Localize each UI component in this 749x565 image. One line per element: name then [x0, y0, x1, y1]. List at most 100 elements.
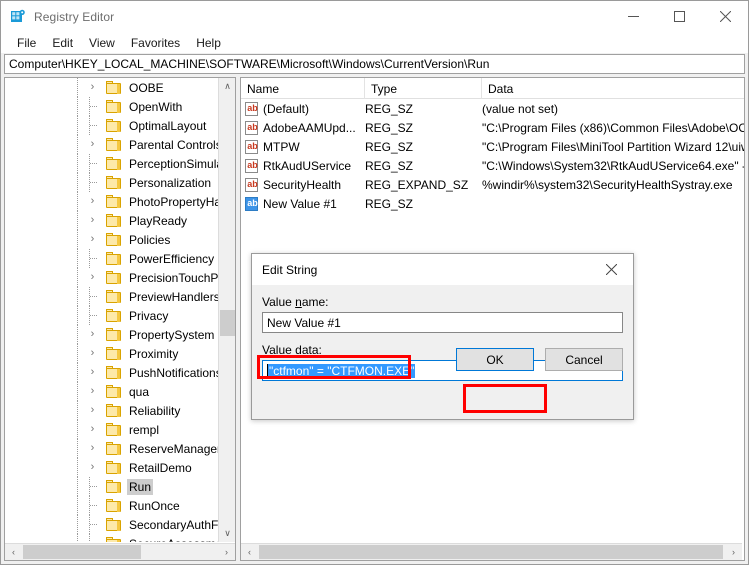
tree-item-openwith[interactable]: OpenWith — [5, 97, 218, 116]
registry-value-row[interactable]: RtkAudUService REG_SZ "C:\Windows\System32… — [241, 156, 744, 175]
registry-value-row[interactable]: New Value #1 REG_SZ — [241, 194, 744, 213]
tree-hscroll-thumb[interactable] — [23, 545, 141, 559]
tree-item-label: PerceptionSimulation — [129, 156, 218, 171]
chevron-right-icon[interactable]: › — [87, 405, 98, 416]
tree-item-label: RunOnce — [129, 498, 180, 513]
folder-icon — [106, 100, 121, 113]
tree-item-proximity[interactable]: › Proximity — [5, 344, 218, 363]
tree-scroll-up-arrow[interactable]: ∧ — [219, 78, 235, 95]
chevron-right-icon[interactable]: › — [87, 329, 98, 340]
chevron-right-icon[interactable]: › — [87, 424, 98, 435]
chevron-right-icon[interactable]: › — [87, 367, 98, 378]
chevron-right-icon[interactable]: › — [87, 348, 98, 359]
tree-item-playready[interactable]: › PlayReady — [5, 211, 218, 230]
tree-item-runonce[interactable]: RunOnce — [5, 496, 218, 515]
folder-icon — [106, 404, 121, 417]
tree-connector-stub — [90, 163, 97, 164]
tree-item-label: PlayReady — [129, 213, 188, 228]
tree-item-reliability[interactable]: › Reliability — [5, 401, 218, 420]
chevron-right-icon[interactable]: › — [87, 386, 98, 397]
address-bar[interactable]: Computer\HKEY_LOCAL_MACHINE\SOFTWARE\Mic… — [4, 54, 745, 74]
tree-item-pushnotifications[interactable]: › PushNotifications — [5, 363, 218, 382]
chevron-right-icon[interactable]: › — [87, 462, 98, 473]
tree-indent-guide — [77, 344, 78, 363]
tree-item-label: PropertySystem — [129, 327, 215, 342]
chevron-right-icon[interactable]: › — [87, 82, 98, 93]
tree-item-secondaryauthfactor[interactable]: SecondaryAuthFactor — [5, 515, 218, 534]
value-name-label: Value name: — [262, 295, 623, 309]
list-hscroll-thumb[interactable] — [259, 545, 723, 559]
tree-scroll-down-arrow[interactable]: ∨ — [219, 525, 235, 542]
tree-item-powerefficiency[interactable]: PowerEfficiency — [5, 249, 218, 268]
column-header-type[interactable]: Type — [365, 78, 482, 99]
column-header-data[interactable]: Data — [482, 78, 744, 99]
tree-indent-guide — [77, 496, 78, 515]
registry-value-row[interactable]: SecurityHealth REG_EXPAND_SZ %windir%\syst… — [241, 175, 744, 194]
tree-scroll-thumb[interactable] — [220, 310, 235, 336]
tree-item-rempl[interactable]: › rempl — [5, 420, 218, 439]
window-controls — [610, 1, 748, 32]
value-name-input[interactable]: New Value #1 — [262, 312, 623, 333]
menu-file[interactable]: File — [9, 34, 44, 52]
tree-scroll-right-arrow[interactable]: › — [218, 544, 235, 560]
cancel-button[interactable]: Cancel — [545, 348, 623, 371]
ok-button[interactable]: OK — [456, 348, 534, 371]
minimize-button[interactable] — [610, 1, 656, 32]
tree-connector-stub — [90, 524, 97, 525]
chevron-right-icon[interactable]: › — [87, 443, 98, 454]
value-type-cell: REG_SZ — [365, 120, 414, 135]
menu-view[interactable]: View — [81, 34, 123, 52]
chevron-right-icon[interactable]: › — [87, 272, 98, 283]
tree-horizontal-scrollbar[interactable]: ‹ › — [5, 543, 235, 560]
tree-item-label: Reliability — [129, 403, 181, 418]
maximize-button[interactable] — [656, 1, 702, 32]
list-scroll-right-arrow[interactable]: › — [725, 544, 742, 560]
folder-icon — [106, 309, 121, 322]
dialog-title-bar: Edit String — [252, 254, 633, 285]
tree-item-run[interactable]: Run — [5, 477, 218, 496]
tree-item-photopropertyhandler[interactable]: › PhotoPropertyHandler — [5, 192, 218, 211]
chevron-right-icon[interactable]: › — [87, 215, 98, 226]
tree-item-perceptionsimulation[interactable]: PerceptionSimulation — [5, 154, 218, 173]
list-horizontal-scrollbar[interactable]: ‹ › — [241, 543, 742, 560]
dialog-close-button[interactable] — [589, 254, 633, 285]
tree-item-privacy[interactable]: Privacy — [5, 306, 218, 325]
registry-value-row[interactable]: MTPW REG_SZ "C:\Program Files\MiniTool Par… — [241, 137, 744, 156]
folder-icon — [106, 385, 121, 398]
value-name-cell: AdobeAAMUpd... — [241, 118, 365, 137]
tree-item-secureassessment[interactable]: SecureAssessment — [5, 534, 218, 542]
tree-item-label: SecondaryAuthFactor — [129, 517, 218, 532]
registry-value-row[interactable]: (Default) REG_SZ (value not set) — [241, 99, 744, 118]
tree-item-propertysystem[interactable]: › PropertySystem — [5, 325, 218, 344]
tree-item-label: PhotoPropertyHandler — [129, 194, 218, 209]
tree-scroll-left-arrow[interactable]: ‹ — [5, 544, 22, 560]
folder-icon — [106, 518, 121, 531]
value-data-cell: %windir%\system32\SecurityHealthSystray.… — [482, 177, 733, 192]
tree-item-reservemanager[interactable]: › ReserveManager — [5, 439, 218, 458]
tree-item-oobe[interactable]: › OOBE — [5, 78, 218, 97]
tree-indent-guide — [77, 363, 78, 382]
chevron-right-icon[interactable]: › — [87, 196, 98, 207]
column-header-name[interactable]: Name — [241, 78, 365, 99]
tree-item-label: Proximity — [129, 346, 179, 361]
tree-item-retaildemo[interactable]: › RetailDemo — [5, 458, 218, 477]
tree-item-label: Policies — [129, 232, 171, 247]
tree-vertical-scrollbar[interactable]: ∧ ∨ — [218, 78, 235, 542]
tree-item-previewhandlers[interactable]: PreviewHandlers — [5, 287, 218, 306]
tree-item-qua[interactable]: › qua — [5, 382, 218, 401]
tree-item-parental-controls[interactable]: › Parental Controls — [5, 135, 218, 154]
value-name-text: New Value #1 — [263, 196, 337, 211]
folder-icon — [106, 423, 121, 436]
registry-value-row[interactable]: AdobeAAMUpd... REG_SZ "C:\Program Files (x… — [241, 118, 744, 137]
chevron-right-icon[interactable]: › — [87, 234, 98, 245]
menu-help[interactable]: Help — [188, 34, 229, 52]
tree-item-personalization[interactable]: Personalization — [5, 173, 218, 192]
tree-item-optimallayout[interactable]: OptimalLayout — [5, 116, 218, 135]
close-button[interactable] — [702, 1, 748, 32]
tree-item-precisiontouchpad[interactable]: › PrecisionTouchPad — [5, 268, 218, 287]
tree-item-policies[interactable]: › Policies — [5, 230, 218, 249]
menu-favorites[interactable]: Favorites — [123, 34, 188, 52]
chevron-right-icon[interactable]: › — [87, 139, 98, 150]
menu-edit[interactable]: Edit — [44, 34, 81, 52]
list-scroll-left-arrow[interactable]: ‹ — [241, 544, 258, 560]
